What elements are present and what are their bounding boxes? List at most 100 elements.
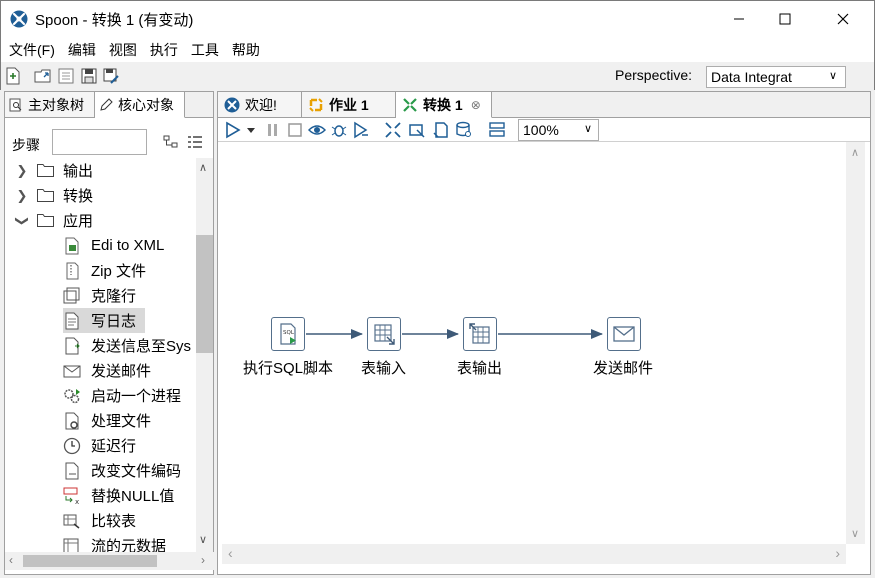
menu-view[interactable]: 视图 — [109, 40, 137, 60]
tree-item-label: 启动一个进程 — [91, 388, 182, 405]
svg-text:x: x — [75, 498, 79, 505]
spoon-icon — [224, 97, 240, 112]
tree-hscroll-thumb[interactable] — [23, 555, 157, 567]
stop-icon[interactable] — [286, 121, 304, 139]
save-icon[interactable] — [80, 67, 98, 85]
folder-icon — [37, 164, 54, 177]
step-send-mail[interactable] — [607, 317, 641, 351]
menu-run[interactable]: 执行 — [150, 40, 178, 60]
chevron-right-icon[interactable]: ❯ — [15, 188, 29, 204]
tree-item-label: 比较表 — [91, 513, 137, 530]
zoom-value: 100% — [523, 122, 559, 138]
tree-item-label: 延迟行 — [91, 438, 137, 455]
tree-item-send-syslog[interactable]: 发送信息至Sys — [63, 333, 191, 358]
step-sql-script[interactable]: SQL — [271, 317, 305, 351]
menu-help[interactable]: 帮助 — [232, 40, 260, 60]
pencil-icon — [100, 97, 113, 111]
zoom-select[interactable]: 100% ∨ — [518, 119, 599, 141]
menu-tools[interactable]: 工具 — [191, 40, 219, 60]
tree-item-label: 克隆行 — [91, 288, 137, 305]
step-table-input[interactable] — [367, 317, 401, 351]
folder-icon — [37, 214, 54, 227]
scroll-up-icon[interactable]: ∧ — [199, 161, 207, 174]
step-label: 发送邮件 — [593, 360, 654, 377]
svg-text:SQL: SQL — [283, 330, 295, 336]
table-output-icon — [469, 323, 490, 344]
run-options-chevron-icon[interactable] — [246, 121, 256, 139]
explore-repository-icon[interactable] — [57, 67, 75, 85]
canvas-vertical-scrollbar[interactable]: ∧ ∨ — [846, 142, 865, 544]
tab-core-objects[interactable]: 核心对象 — [95, 92, 185, 118]
tree-item-label: 写日志 — [91, 313, 137, 330]
scroll-right-icon[interactable]: › — [835, 545, 840, 561]
perspective-select[interactable]: Data Integrat ∨ — [706, 66, 846, 88]
chevron-down-icon[interactable]: ❯ — [14, 214, 30, 228]
transformation-icon — [403, 97, 417, 112]
scroll-left-icon[interactable]: ‹ — [9, 553, 13, 567]
tree-item-change-file-encoding[interactable]: 改变文件编码 — [63, 458, 181, 483]
tree-item-write-log[interactable]: 写日志 — [63, 308, 145, 333]
tab-strip-filler — [492, 92, 870, 118]
category-label: 应用 — [63, 213, 94, 230]
tree-item-delay-row[interactable]: 延迟行 — [63, 433, 136, 458]
pause-icon[interactable] — [264, 121, 282, 139]
list-view-icon[interactable] — [187, 134, 203, 150]
steps-search-input[interactable] — [52, 129, 147, 155]
tree-item-edi-to-xml[interactable]: Edi to XML — [63, 233, 164, 258]
tree-item-replace-null[interactable]: x 替换NULL值 — [63, 483, 174, 508]
step-label: 表输入 — [361, 360, 407, 377]
tab-label: 转换 1 — [423, 96, 463, 113]
clone-icon — [63, 287, 80, 303]
tab-job-1[interactable]: 作业 1 — [302, 92, 396, 118]
transformation-canvas[interactable]: SQL 执行SQL脚本 表输入 表输出 发送邮件 — [222, 142, 846, 544]
minimize-button[interactable] — [716, 0, 762, 37]
scroll-down-icon[interactable]: ∨ — [199, 533, 207, 546]
verify-icon[interactable] — [384, 121, 402, 139]
menu-edit[interactable]: 编辑 — [68, 40, 96, 60]
impact-icon[interactable] — [408, 121, 426, 139]
close-tab-icon[interactable]: ⊗ — [471, 98, 481, 112]
chevron-right-icon[interactable]: ❯ — [15, 163, 29, 179]
tab-strip-filler — [185, 92, 213, 118]
replay-icon[interactable] — [352, 121, 370, 139]
tree-item-process-files[interactable]: 处理文件 — [63, 408, 151, 433]
tree-item-label: 发送信息至Sys — [91, 338, 192, 355]
scroll-down-icon[interactable]: ∨ — [851, 527, 859, 540]
scroll-left-icon[interactable]: ‹ — [228, 545, 233, 561]
scroll-up-icon[interactable]: ∧ — [851, 146, 859, 159]
step-table-output[interactable] — [463, 317, 497, 351]
open-folder-icon[interactable] — [34, 67, 52, 85]
minimize-icon — [734, 18, 744, 19]
tab-main-object-tree[interactable]: 主对象树 — [5, 92, 95, 118]
maximize-button[interactable] — [762, 0, 808, 37]
tree-item-zip-file[interactable]: Zip 文件 — [63, 258, 146, 283]
tree-item-send-mail[interactable]: 发送邮件 — [63, 358, 151, 383]
tab-transformation-1[interactable]: 转换 1 ⊗ — [396, 92, 492, 118]
save-as-icon[interactable] — [102, 67, 120, 85]
tree-scroll-thumb[interactable] — [196, 235, 213, 353]
collapse-all-icon[interactable] — [163, 134, 179, 150]
menu-file[interactable]: 文件(F) — [9, 40, 55, 60]
debug-icon[interactable] — [330, 121, 348, 139]
tree-category-transform[interactable]: ❯ 转换 — [5, 183, 195, 208]
run-icon[interactable] — [224, 121, 242, 139]
tab-welcome[interactable]: 欢迎! — [218, 92, 302, 118]
tree-category-application[interactable]: ❯ 应用 — [5, 208, 195, 233]
tree-category-output[interactable]: ❯ 输出 — [5, 158, 195, 183]
scroll-right-icon[interactable]: › — [201, 553, 205, 567]
tree-item-clone-row[interactable]: 克隆行 — [63, 283, 136, 308]
show-results-icon[interactable] — [488, 121, 506, 139]
tree-item-compare-tables[interactable]: 比较表 — [63, 508, 136, 533]
sql-generate-icon[interactable] — [432, 121, 450, 139]
canvas-horizontal-scrollbar[interactable]: ‹ › — [222, 544, 846, 564]
tree-item-start-process[interactable]: 启动一个进程 — [63, 383, 181, 408]
folder-icon — [37, 189, 54, 202]
steps-label: 步骤 — [12, 137, 40, 153]
new-file-icon[interactable] — [4, 67, 22, 85]
explore-db-icon[interactable] — [455, 121, 473, 139]
gears-icon — [64, 388, 80, 403]
tree-vertical-scrollbar[interactable] — [196, 158, 213, 552]
close-button[interactable] — [820, 0, 866, 37]
tree-item-label: 替换NULL值 — [91, 488, 175, 505]
preview-icon[interactable] — [308, 121, 326, 139]
